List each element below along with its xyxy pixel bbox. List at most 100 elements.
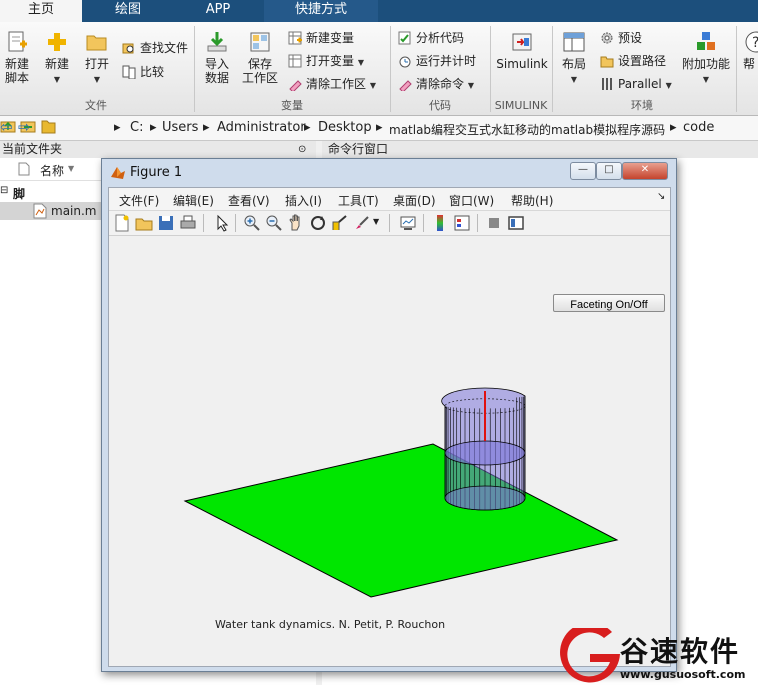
addons-button[interactable]: 附加功能 ▼ [680,30,732,87]
pan-hand-icon[interactable] [287,214,305,232]
set-path-button[interactable]: 设置路径 [600,51,666,71]
analyze-code-button[interactable]: 分析代码 [398,28,464,48]
open-variable-button[interactable]: 打开变量 ▼ [288,51,364,71]
path-segment[interactable]: Administrator [217,120,306,135]
find-files-button[interactable]: 查找文件 [122,38,188,58]
layout-icon [563,32,585,52]
simulink-button[interactable]: Simulink [496,30,548,71]
ground-plane [183,443,619,598]
import-data-label: 导入 数据 [204,57,229,85]
open-variable-icon [288,54,302,68]
menu-help[interactable]: 帮助(H) [511,192,553,209]
figure-title: Figure 1 [130,165,183,180]
zoom-out-icon[interactable] [265,214,283,232]
open-label: 打开 [84,57,109,71]
save-icon[interactable] [157,214,175,232]
tab-shortcuts[interactable]: 快捷方式 [264,0,378,22]
tab-home[interactable]: 主页 [0,0,82,22]
link-plot-icon[interactable] [399,214,417,232]
file-name: main.m [51,204,97,218]
menu-view[interactable]: 查看(V) [228,192,270,209]
gear-icon [601,32,613,44]
figure-window[interactable]: Figure 1 — □ ✕ 文件(F) 编辑(E) 查看(V) 插入(I) 工… [101,158,677,672]
legend-icon[interactable] [453,214,471,232]
zoom-in-icon[interactable] [243,214,261,232]
brush-icon[interactable] [353,214,371,232]
menu-file[interactable]: 文件(F) [119,192,159,209]
menu-tools[interactable]: 工具(T) [338,192,379,209]
path-segment[interactable]: Users [162,120,198,135]
collapse-icon[interactable]: ⊟ [0,185,8,196]
menu-window[interactable]: 窗口(W) [449,192,494,209]
compare-button[interactable]: 比较 [122,62,164,82]
minimize-button[interactable]: — [570,162,596,180]
figure-client: 文件(F) 编辑(E) 查看(V) 插入(I) 工具(T) 桌面(D) 窗口(W… [108,187,671,667]
parallel-button[interactable]: Parallel ▼ [600,74,672,94]
chevron-down-icon: ▼ [665,81,672,90]
menu-edit[interactable]: 编辑(E) [173,192,214,209]
back-arrow-icon[interactable]: ⇦ [0,118,13,136]
layout-button[interactable]: 布局 ▼ [558,30,590,87]
panel-menu-icon[interactable]: ⊙ [298,141,306,158]
help-label: 帮 [742,57,755,71]
new-script-icon [8,31,27,52]
parallel-label: Parallel [618,77,662,91]
rotate-3d-icon[interactable] [309,214,327,232]
group-divider [490,26,491,112]
chevron-down-icon[interactable]: ▼ [373,217,379,226]
list-item[interactable]: main.m [0,202,110,220]
path-separator: ▸ [150,120,157,135]
print-icon[interactable] [179,214,197,232]
import-data-button[interactable]: 导入 数据 [202,30,232,85]
tab-apps[interactable]: APP [174,0,262,22]
tab-plots[interactable]: 绘图 [84,0,172,22]
svg-text:?: ? [752,35,758,51]
set-path-label: 设置路径 [618,54,667,68]
menu-desktop[interactable]: 桌面(D) [393,192,436,209]
maximize-button[interactable]: □ [596,162,622,180]
path-segment[interactable]: C: [130,120,143,135]
figure-canvas[interactable]: Faceting On/Off Water tank dynamics. N. … [109,236,670,666]
command-window-header: 命令行窗口 [322,141,758,159]
run-and-time-button[interactable]: 运行并计时 [398,51,476,71]
show-plot-tools-icon[interactable] [507,214,525,232]
clear-workspace-button[interactable]: 清除工作区 ▼ [288,74,376,94]
compare-icon [122,65,136,79]
open-file-icon[interactable] [135,214,153,232]
forward-arrow-icon[interactable]: ⇨ [18,118,31,136]
sort-down-icon[interactable]: ▼ [68,164,74,173]
brand-name: 谷速软件 [620,635,741,668]
new-script-button[interactable]: 新建 脚本 [2,30,32,85]
file-group-label: 文件 [85,99,107,112]
toolbar-divider [203,214,204,232]
pointer-icon[interactable] [213,214,231,232]
save-workspace-button[interactable]: 保存 工作区 [240,30,280,85]
preferences-button[interactable]: 预设 [600,28,642,48]
path-segment[interactable]: code [683,120,714,135]
path-separator: ▸ [114,120,121,135]
new-figure-icon[interactable] [113,214,131,232]
group-divider [390,26,391,112]
colorbar-icon[interactable] [431,214,449,232]
clear-commands-button[interactable]: 清除命令 ▼ [398,74,474,94]
new-button[interactable]: 新建 ▼ [42,30,72,87]
path-separator: ▸ [670,120,677,135]
data-cursor-icon[interactable] [331,214,349,232]
path-segment[interactable]: Desktop [318,120,372,135]
chevron-down-icon: ▼ [93,75,101,84]
close-button[interactable]: ✕ [622,162,668,180]
water-tank [441,387,526,511]
path-segment[interactable]: matlab编程交互式水缸移动的matlab模拟程序源码 [389,121,665,138]
open-button[interactable]: 打开 ▼ [82,30,112,87]
new-variable-button[interactable]: 新建变量 [288,28,354,48]
folder-icon [41,120,56,134]
matlab-logo-icon [111,167,125,179]
dock-arrow-icon[interactable]: ↘ [657,191,665,202]
clear-workspace-label: 清除工作区 [306,77,367,91]
help-button[interactable]: ? 帮 [740,30,758,71]
hide-plot-tools-icon[interactable] [485,214,503,232]
toolstrip: 新建 脚本 新建 ▼ 打开 ▼ 查找文件 比较 文件 导入 数据 保存 工作区 新建… [0,22,758,116]
name-column-header[interactable]: 名称 [40,162,64,179]
layout-label: 布局 [561,57,586,71]
menu-insert[interactable]: 插入(I) [285,192,322,209]
